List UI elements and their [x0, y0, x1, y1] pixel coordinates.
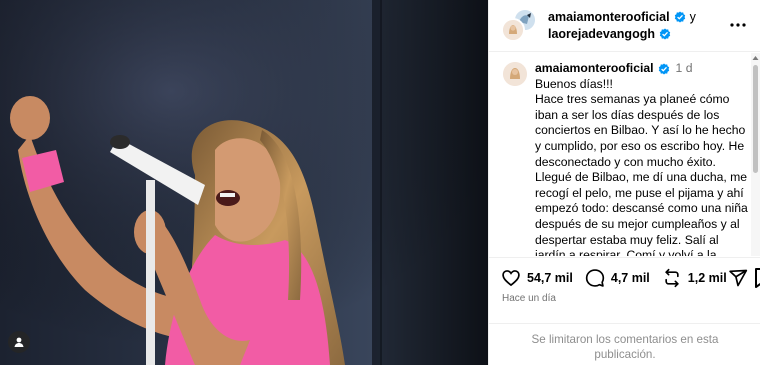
- verified-badge-icon: [674, 11, 685, 23]
- caption-text: Buenos días!!! Hace tres semanas ya plan…: [535, 76, 748, 256]
- bookmark-icon[interactable]: [755, 267, 760, 289]
- caption-time[interactable]: 1 d: [676, 61, 693, 77]
- more-options-icon[interactable]: [729, 18, 747, 32]
- like-action[interactable]: 54,7 mil: [501, 268, 573, 288]
- repost-count[interactable]: 1,2 mil: [688, 271, 727, 285]
- comment-icon[interactable]: [585, 268, 605, 288]
- caption-scrollbar[interactable]: [751, 53, 760, 256]
- header-collaborator-name[interactable]: laorejadevangogh: [548, 26, 655, 43]
- instagram-post-modal: amaiamonterooficial y laorejadevangogh a…: [0, 0, 760, 365]
- post-header: amaiamonterooficial y laorejadevangogh: [489, 0, 760, 52]
- comment-count[interactable]: 4,7 mil: [611, 271, 650, 285]
- comments-limited-notice: Se limitaron los comentarios en esta pub…: [489, 323, 760, 365]
- post-details-panel: amaiamonterooficial y laorejadevangogh a…: [488, 0, 760, 365]
- share-icon[interactable]: [728, 268, 748, 288]
- verified-badge-icon: [659, 28, 671, 40]
- scroll-up-arrow-icon[interactable]: [752, 55, 759, 61]
- comment-action[interactable]: 4,7 mil: [585, 268, 650, 288]
- verified-badge-icon: [658, 63, 669, 75]
- user-tag-button[interactable]: [8, 331, 30, 353]
- caption-author-avatar[interactable]: [503, 62, 527, 86]
- post-media: [0, 0, 488, 365]
- caption: amaiamonterooficial 1 d Buenos días!!! H…: [503, 61, 751, 256]
- caption-area: amaiamonterooficial 1 d Buenos días!!! H…: [489, 53, 751, 256]
- post-timestamp[interactable]: Hace un día: [502, 293, 556, 304]
- comments-limited-text: Se limitaron los comentarios en esta pub…: [531, 333, 719, 361]
- heart-icon[interactable]: [501, 268, 521, 288]
- like-count[interactable]: 54,7 mil: [527, 271, 573, 285]
- scrollbar-thumb[interactable]: [753, 65, 758, 173]
- collab-avatars[interactable]: [501, 7, 537, 44]
- user-tag-icon: [14, 337, 24, 347]
- repost-action[interactable]: 1,2 mil: [662, 268, 727, 288]
- action-bar: 54,7 mil 4,7 mil 1,2 mil: [489, 257, 760, 297]
- post-photo: [0, 0, 488, 365]
- repost-icon[interactable]: [662, 268, 682, 288]
- header-names: amaiamonterooficial y laorejadevangogh: [548, 9, 696, 43]
- header-author-name[interactable]: amaiamonterooficial: [548, 9, 670, 26]
- author-avatar[interactable]: [501, 17, 525, 42]
- conjunction-text: y: [689, 9, 696, 24]
- caption-author-name[interactable]: amaiamonterooficial: [535, 61, 654, 77]
